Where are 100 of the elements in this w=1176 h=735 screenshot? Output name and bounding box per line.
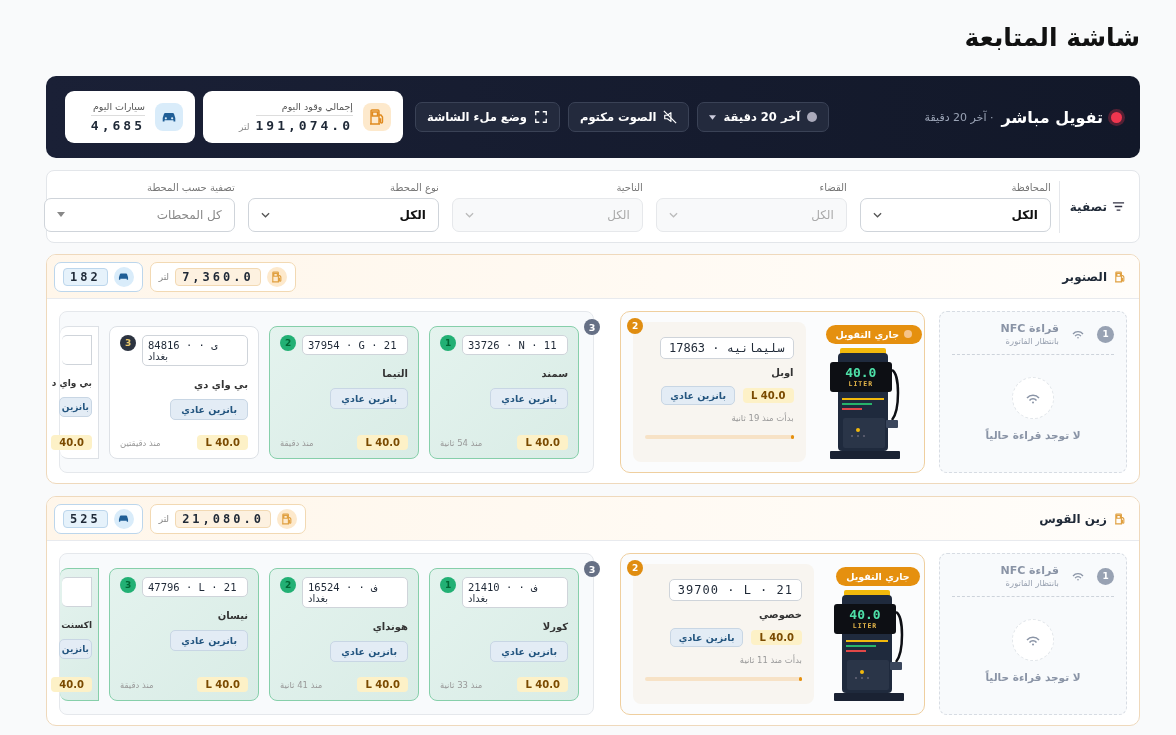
wireless-icon xyxy=(1071,571,1085,581)
page-title: شاشة المتابعة xyxy=(964,22,1140,54)
filter-title: تصفية xyxy=(1069,199,1107,214)
fueling-status-badge: جاري التفويل xyxy=(825,324,922,344)
license-plate: 21410 · · ف بغداد xyxy=(462,577,568,608)
fuel-amount: 40.0 xyxy=(51,677,92,692)
vehicle-model: سمند xyxy=(541,368,568,379)
fuel-type-tag: بانزين عادي xyxy=(490,641,568,662)
fuel-pump-icon xyxy=(269,269,284,284)
fuel-type-tag: بانزين عادي xyxy=(490,388,568,409)
lane-number: 1 xyxy=(1097,567,1114,585)
queue-count-badge: 3 xyxy=(584,319,600,335)
fuel-type-tag: بانزين عادي xyxy=(170,399,248,420)
station-name: زين القوس xyxy=(1039,511,1107,526)
license-plate: 39700 · L · 21 xyxy=(668,579,802,601)
vehicle-model: اوبل xyxy=(771,367,794,378)
wait-time: منذ دقيقة xyxy=(280,437,314,448)
live-title: تفويل مباشر xyxy=(1001,107,1103,127)
queue-count-badge: 3 xyxy=(584,561,600,577)
vehicle-model: التيما xyxy=(382,368,408,379)
caret-icon xyxy=(709,114,717,120)
vehicle-model: بي واي د xyxy=(51,378,92,388)
fuel-type-tag: بانزين عادي xyxy=(669,628,744,647)
filter-label: الناحية xyxy=(615,181,643,193)
chevron-down-icon xyxy=(464,211,474,218)
start-time: بدأت منذ 11 ثانية xyxy=(739,655,802,665)
cars-count-value: 525 xyxy=(63,509,108,528)
nfc-title: قراءة NFC xyxy=(1000,322,1059,335)
fueling-status-badge: جاري التفويل xyxy=(836,566,920,586)
wait-time: منذ دقيقة xyxy=(120,679,154,690)
lane-number: 2 xyxy=(627,318,643,334)
vehicle-model: نيسان xyxy=(217,610,248,621)
license-plate: 33726 · N · 11 xyxy=(462,335,568,355)
filter-label: القضاء xyxy=(818,181,847,193)
fuel-amount: L 40.0 xyxy=(357,677,408,692)
empty-state-text: لا توجد قراءة حالياً xyxy=(985,428,1081,441)
fuel-total-value: 7,360.0 xyxy=(175,267,261,286)
speaker-muted-icon xyxy=(663,110,678,124)
fuel-type-tag: بانزين عادي xyxy=(170,630,248,651)
caret-icon xyxy=(56,212,65,217)
vehicle-model: خصوصي xyxy=(758,609,802,620)
filter-select[interactable]: الكل xyxy=(247,197,439,232)
fuel-pump-icon xyxy=(1113,511,1127,526)
stat-value: 4,685 xyxy=(90,115,145,133)
vehicle-model: كورلا xyxy=(542,621,568,632)
license-plate: 17863 · سليمانيه xyxy=(659,337,794,359)
fuel-amount: L 40.0 xyxy=(197,677,248,692)
chevron-down-icon xyxy=(872,211,882,218)
vehicle-model: بي واي دي xyxy=(194,379,248,390)
pump-display-reading: 40.0 xyxy=(849,607,881,622)
cars-count-value: 182 xyxy=(63,267,108,286)
filter-select[interactable]: الكل xyxy=(859,197,1051,232)
fuel-amount: L 40.0 xyxy=(357,435,408,450)
fuel-type-tag: بانزين عادي xyxy=(330,388,408,409)
fuel-pump-icon xyxy=(1113,269,1127,284)
filter-label: نوع المحطة xyxy=(389,181,439,193)
vehicle-model: هونداي xyxy=(372,621,408,632)
fuel-type-tag: بانزين xyxy=(58,639,92,659)
queue-position: 2 xyxy=(280,335,296,351)
stat-value: 191,074.0 xyxy=(255,115,353,133)
sound-button[interactable]: الصوت مكتوم xyxy=(567,102,690,132)
live-subtitle: · آخر 20 دقيقة xyxy=(924,110,994,124)
nfc-status: بانتظار الفاتورة xyxy=(1004,578,1059,588)
chevron-down-icon xyxy=(668,211,678,218)
wait-time: منذ 41 ثانية xyxy=(280,679,323,690)
filter-select[interactable]: كل المحطات xyxy=(43,197,235,232)
wait-time: منذ 33 ثانية xyxy=(440,679,483,690)
license-plate: 37954 · G · 21 xyxy=(302,335,408,355)
queue-position: 1 xyxy=(440,335,456,351)
filter-icon xyxy=(1112,200,1125,213)
nfc-title: قراءة NFC xyxy=(1000,564,1059,577)
unit-label: لتر xyxy=(158,271,170,282)
queue-position: 2 xyxy=(280,577,296,593)
license-plate xyxy=(62,577,92,607)
pump-display-reading: 40.0 xyxy=(845,365,877,380)
nfc-status: بانتظار الفاتورة xyxy=(1004,336,1059,346)
vehicle-model: اكسنت xyxy=(61,620,92,630)
fullscreen-icon xyxy=(533,110,548,124)
fuel-amount: L 40.0 xyxy=(197,435,248,450)
license-plate: 47796 · L · 21 xyxy=(142,577,248,597)
chevron-down-icon xyxy=(260,211,270,218)
fuel-total-value: 21,080.0 xyxy=(175,509,271,528)
fuel-amount: 40.0 xyxy=(51,435,92,450)
start-time: بدأت منذ 19 ثانية xyxy=(731,413,794,423)
time-range-select[interactable]: آخر 20 دقيقة xyxy=(697,102,830,132)
stat-label: سيارات اليوم xyxy=(91,101,145,112)
wait-time: منذ دقيقتين xyxy=(120,437,161,448)
fullscreen-button[interactable]: وضع ملء الشاشة xyxy=(415,102,560,132)
license-plate: 84816 · · ى بغداد xyxy=(142,335,248,366)
fuel-amount: L 40.0 xyxy=(743,388,794,403)
queue-position: 3 xyxy=(120,335,136,351)
fuel-amount: L 40.0 xyxy=(751,630,802,645)
lane-number: 2 xyxy=(627,560,643,576)
station-name: الصنوبر xyxy=(1062,269,1107,284)
wait-time: منذ 54 ثانية xyxy=(440,437,483,448)
fuel-type-tag: بانزين عادي xyxy=(330,641,408,662)
filter-label: تصفية حسب المحطة xyxy=(146,181,235,193)
queue-position: 3 xyxy=(120,577,136,593)
fuel-amount: L 40.0 xyxy=(517,435,568,450)
lane-number: 1 xyxy=(1097,325,1114,343)
